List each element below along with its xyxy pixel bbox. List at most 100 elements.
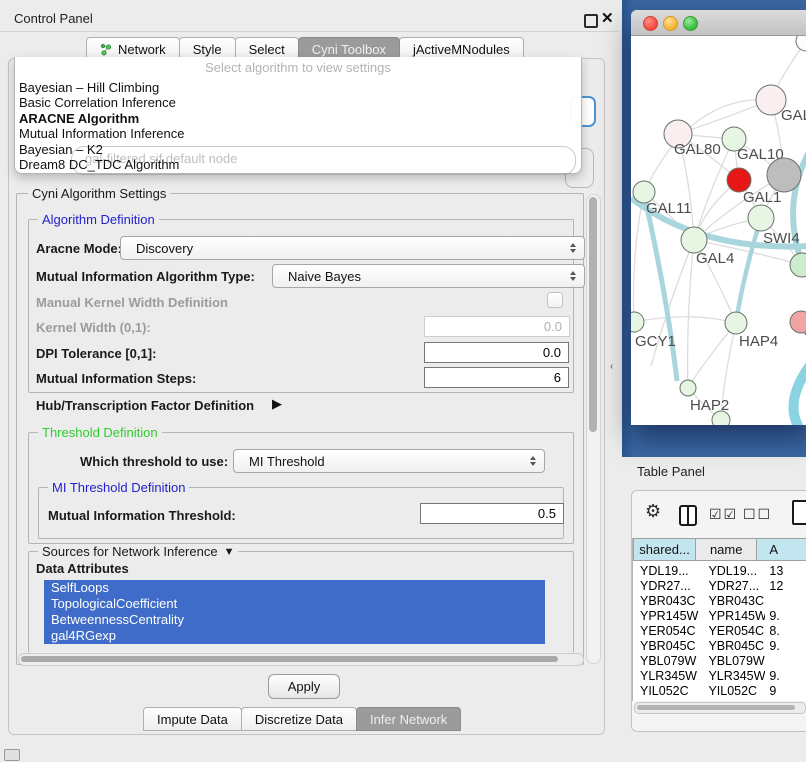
group-title: Cyni Algorithm Settings <box>28 186 170 201</box>
sources-title: Sources for Network Inference ▼ <box>38 544 238 559</box>
algorithm-option[interactable]: Mutual Information Inference <box>18 126 578 141</box>
tab-label: Style <box>193 42 222 57</box>
popup-placeholder: Select algorithm to view settings <box>15 60 581 75</box>
table-cell: 9. <box>765 639 806 653</box>
combo-value: Discovery <box>136 241 193 256</box>
table-row[interactable]: YBR043CYBR043C <box>633 593 806 608</box>
data-attributes-list[interactable]: SelfLoopsTopologicalCoefficientBetweenne… <box>44 580 545 644</box>
mi-steps-field[interactable] <box>424 367 569 388</box>
node-label: GAL11 <box>646 200 692 217</box>
table-row[interactable]: YBL079WYBL079W <box>633 654 806 669</box>
attribute-item[interactable]: gal4RGexp <box>44 628 545 644</box>
apply-button[interactable]: Apply <box>268 674 340 699</box>
network-node[interactable] <box>748 205 774 231</box>
attribute-item[interactable]: SelfLoops <box>44 580 545 596</box>
attribute-item[interactable]: BetweennessCentrality <box>44 612 545 628</box>
table-row[interactable]: YIL052CYIL052C9 <box>633 684 806 699</box>
checked-pair-icon[interactable]: ☑☑ <box>709 506 738 523</box>
manual-kernel-checkbox[interactable] <box>547 292 563 308</box>
tab-discretize-data[interactable]: Discretize Data <box>241 707 357 731</box>
network-node[interactable] <box>767 158 801 192</box>
algorithm-option[interactable]: ARACNE Algorithm <box>18 111 578 126</box>
tab-label: Impute Data <box>157 712 228 727</box>
mi-steps-label: Mutual Information Steps: <box>36 371 196 386</box>
float-window-icon[interactable] <box>584 14 598 28</box>
which-threshold-combo[interactable]: MI Threshold <box>233 449 545 473</box>
split-columns-icon[interactable] <box>679 505 697 526</box>
algorithm-option[interactable]: Bayesian – K2 <box>18 142 578 157</box>
network-node[interactable] <box>790 253 806 277</box>
table-cell: 9. <box>765 669 806 683</box>
table-cell: 13 <box>765 564 806 578</box>
data-attributes-label: Data Attributes <box>36 561 129 576</box>
network-window[interactable]: GALGAL80GAL10GAL1GAL11GAL4SWI4GCY1HAP4YH… <box>631 10 806 425</box>
table-cell: YPR145W <box>633 609 699 623</box>
table-row[interactable]: YLR345WYLR345W9. <box>633 669 806 684</box>
sources-title-text: Sources for Network Inference <box>42 544 218 559</box>
column-header-third[interactable]: A <box>756 538 806 561</box>
unchecked-pair-icon[interactable]: ☐☐ <box>743 506 772 523</box>
table-row[interactable]: YDR27...YDR27...12 <box>633 578 806 593</box>
table-row[interactable]: YDL19...YDL19...13 <box>633 563 806 578</box>
tab-impute-data[interactable]: Impute Data <box>143 707 242 731</box>
network-node[interactable] <box>796 36 806 51</box>
network-graph: GALGAL80GAL10GAL1GAL11GAL4SWI4GCY1HAP4YH… <box>631 36 806 425</box>
table-cell: YPR145W <box>699 609 765 623</box>
collapse-arrow-icon[interactable]: ▼ <box>224 546 235 558</box>
table-cell: YER054C <box>633 624 699 638</box>
mi-type-combo[interactable]: Naive Bayes <box>272 264 585 288</box>
table-cell: YDR27... <box>699 579 765 593</box>
table-cell: YDL19... <box>699 564 765 578</box>
aracne-mode-combo[interactable]: Discovery <box>120 236 585 260</box>
table-row[interactable]: YBR045CYBR045C9. <box>633 638 806 653</box>
algorithm-option[interactable]: Dream8 DC_TDC Algorithm <box>18 157 578 172</box>
network-node[interactable] <box>712 411 730 425</box>
table-horizontal-scrollbar[interactable] <box>634 702 806 714</box>
node-label: GAL80 <box>674 141 721 158</box>
kernel-width-field[interactable] <box>424 316 570 337</box>
scrollbar-thumb[interactable] <box>637 705 795 711</box>
mi-threshold-field[interactable] <box>420 503 564 524</box>
minimize-traffic-light[interactable] <box>663 16 678 31</box>
settings-horizontal-scrollbar[interactable] <box>18 653 584 666</box>
node-label: HAP4 <box>739 333 778 350</box>
close-traffic-light[interactable] <box>643 16 658 31</box>
collapsed-panel-icon[interactable] <box>4 749 20 761</box>
combo-arrows-icon <box>570 243 576 253</box>
zoom-traffic-light[interactable] <box>683 16 698 31</box>
network-window-titlebar[interactable] <box>631 10 806 36</box>
attribute-item[interactable]: TopologicalCoefficient <box>44 596 545 612</box>
tab-infer-network[interactable]: Infer Network <box>356 707 461 731</box>
network-node[interactable] <box>680 380 696 396</box>
scrollbar-thumb[interactable] <box>21 656 558 663</box>
table-cell: YBL079W <box>699 654 765 668</box>
network-canvas[interactable]: GALGAL80GAL10GAL1GAL11GAL4SWI4GCY1HAP4YH… <box>631 36 806 425</box>
node-label: GCY1 <box>635 333 676 350</box>
algorithm-option[interactable]: Basic Correlation Inference <box>18 95 578 110</box>
column-header-shared[interactable]: shared... <box>633 538 696 561</box>
table-cell: YDR27... <box>633 579 699 593</box>
network-node[interactable] <box>725 312 747 334</box>
table-row[interactable]: YPR145WYPR145W9. <box>633 608 806 623</box>
column-header-name[interactable]: name <box>695 538 757 561</box>
panel-splitter-icon[interactable]: ‹ <box>610 361 613 372</box>
scrollbar-thumb[interactable] <box>589 197 597 432</box>
network-node[interactable] <box>631 312 644 332</box>
settings-vertical-scrollbar[interactable] <box>586 194 601 664</box>
threshold-definition-title: Threshold Definition <box>38 425 162 440</box>
algorithm-option[interactable]: Bayesian – Hill Climbing <box>18 80 578 95</box>
dpi-tolerance-field[interactable] <box>424 342 569 363</box>
close-icon[interactable]: ✕ <box>601 9 614 27</box>
table-cell: YDL19... <box>633 564 699 578</box>
node-label: GAL <box>781 107 806 124</box>
table-cell: 8. <box>765 624 806 638</box>
table-row[interactable]: YER054CYER054C8. <box>633 623 806 638</box>
titlebar-divider <box>0 31 618 32</box>
tab-label: Network <box>118 42 166 57</box>
tab-label: jActiveMNodules <box>413 42 510 57</box>
table-cell: YIL052C <box>699 684 765 698</box>
settings-gear-icon[interactable]: ⚙ <box>645 501 661 522</box>
expander-arrow-icon[interactable]: ▶ <box>272 396 282 412</box>
document-icon[interactable] <box>792 500 806 525</box>
table-body: YDL19...YDL19...13YDR27...YDR27...12YBR0… <box>633 561 806 701</box>
